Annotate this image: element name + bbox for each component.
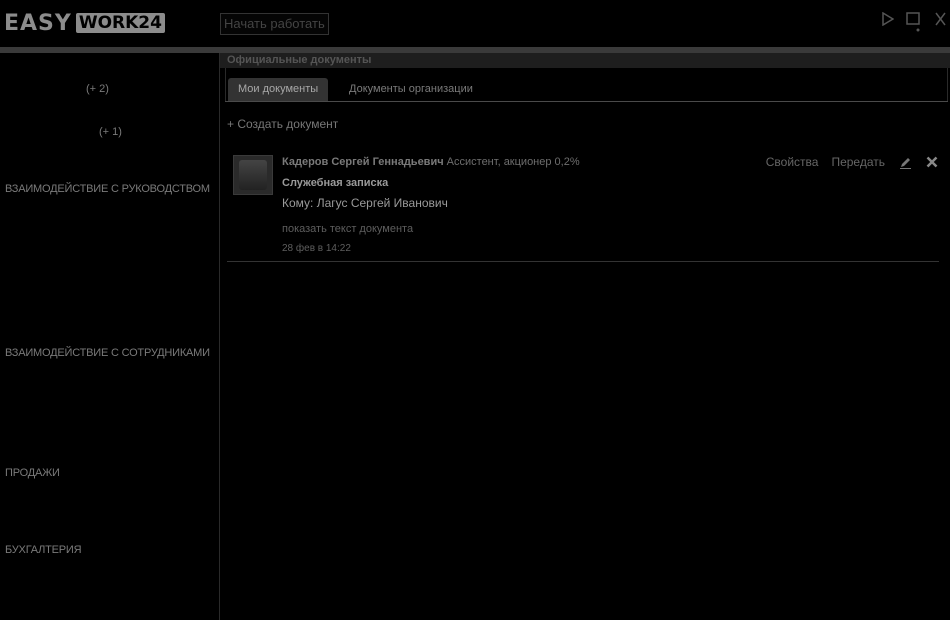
sidebar-count-badge[interactable]: (+ 2) [86,83,109,95]
document-author-line: Кадеров Сергей Геннадьевич Ассистент, ак… [282,156,580,168]
document-item: Кадеров Сергей Геннадьевич Ассистент, ак… [227,148,939,262]
panel-header: Официальные документы [220,53,950,68]
app-logo[interactable]: EASY WORK24 [4,10,165,36]
transfer-link[interactable]: Передать [831,155,885,169]
panel-title: Официальные документы [227,54,372,66]
tab-divider [225,101,948,102]
avatar[interactable] [233,155,273,195]
tab-bar: Мои документы Документы организации [225,68,948,102]
sidebar-item-employees[interactable]: ВЗАИМОДЕЙСТВИЕ С СОТРУДНИКАМИ [5,347,210,359]
logo-text-work24: WORK24 [75,13,165,33]
create-document-link[interactable]: + Создать документ [227,117,338,131]
document-date: 28 фев в 14:22 [282,243,351,254]
sidebar-item-sales[interactable]: ПРОДАЖИ [5,467,60,479]
sidebar-count-badge[interactable]: (+ 1) [99,126,122,138]
sidebar-item-management[interactable]: ВЗАИМОДЕЙСТВИЕ С РУКОВОДСТВОМ [5,183,210,195]
tab-organization-documents[interactable]: Документы организации [339,78,483,101]
delete-icon[interactable] [925,155,939,169]
logo-text-easy: EASY [4,10,72,36]
edit-icon[interactable] [898,155,912,169]
play-icon[interactable] [882,11,895,29]
top-bar: EASY WORK24 Начать работать [0,0,950,47]
properties-link[interactable]: Свойства [766,155,819,169]
document-author[interactable]: Кадеров Сергей Геннадьевич [282,156,444,168]
document-author-role: Ассистент, акционер 0,2% [446,156,580,168]
sidebar: (+ 2) (+ 1) ВЗАИМОДЕЙСТВИЕ С РУКОВОДСТВО… [0,53,220,620]
main-content: Официальные документы Мои документы Доку… [220,53,950,620]
start-work-button[interactable]: Начать работать [220,13,329,35]
document-actions: Свойства Передать [766,155,939,169]
window-icon[interactable] [906,12,920,35]
tab-my-documents[interactable]: Мои документы [228,78,329,101]
show-document-text-link[interactable]: показать текст документа [282,223,413,235]
close-window-icon[interactable] [934,12,946,29]
document-type: Служебная записка [282,177,389,189]
sidebar-item-accounting[interactable]: БУХГАЛТЕРИЯ [5,544,82,556]
document-recipient: Кому: Лагус Сергей Иванович [282,196,448,210]
